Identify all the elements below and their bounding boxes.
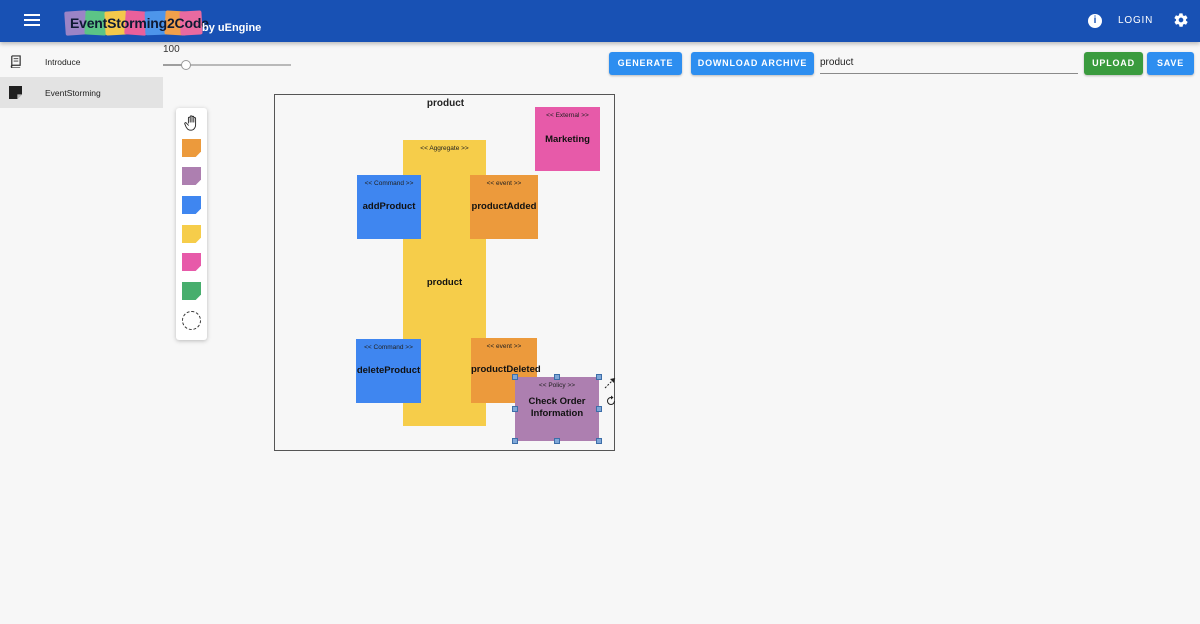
sidebar-item-eventstorming[interactable]: EventStorming: [0, 77, 163, 108]
sidebar-item-label: Introduce: [45, 57, 81, 67]
logo-text: EventStorming2Code: [70, 15, 209, 31]
resize-handle[interactable]: [596, 438, 602, 444]
sticker-stereotype: << Aggregate >>: [420, 145, 469, 152]
sticker-name-line-1: Check Order: [528, 396, 586, 407]
save-button[interactable]: SAVE: [1147, 52, 1194, 75]
event-sticker[interactable]: << event >> productAdded: [470, 175, 538, 239]
sticker-name: productAdded: [471, 201, 537, 212]
resize-handle[interactable]: [512, 406, 518, 412]
sidebar: Introduce EventStorming: [0, 46, 163, 624]
resize-handle[interactable]: [512, 374, 518, 380]
sticker-palette: [176, 108, 207, 340]
aggregate-sticker-tool[interactable]: [182, 225, 201, 243]
hand-tool-icon[interactable]: [183, 114, 201, 132]
sticker-stereotype: << event >>: [486, 180, 522, 187]
generate-button[interactable]: GENERATE: [609, 52, 682, 75]
zoom-value: 100: [163, 44, 180, 55]
command-sticker[interactable]: << Command >> deleteProduct: [356, 339, 421, 403]
sticker-stereotype: << event >>: [486, 343, 522, 350]
upload-button[interactable]: UPLOAD: [1084, 52, 1143, 75]
resize-handle[interactable]: [596, 374, 602, 380]
sticker-name: Marketing: [545, 134, 590, 145]
sticky-note-icon: [9, 86, 22, 99]
sidebar-item-introduce[interactable]: Introduce: [0, 46, 163, 77]
sticker-name-line-2: Information: [530, 408, 584, 419]
policy-sticker-tool[interactable]: [182, 167, 201, 185]
external-sticker[interactable]: << External >> Marketing: [535, 107, 600, 171]
external-sticker-tool[interactable]: [182, 253, 201, 271]
project-name-input[interactable]: [820, 52, 1078, 74]
rotate-icon[interactable]: [605, 395, 617, 407]
event-sticker-tool[interactable]: [182, 139, 201, 157]
sticker-name: deleteProduct: [356, 365, 421, 376]
policy-sticker[interactable]: << Policy >> Check Order Information: [515, 377, 599, 441]
connect-arrow-icon[interactable]: [603, 375, 618, 390]
zoom-slider-thumb[interactable]: [181, 60, 192, 70]
bounded-context[interactable]: product << Aggregate >> product << Exter…: [274, 94, 618, 451]
sticker-stereotype: << Command >>: [364, 180, 414, 187]
app-byline: by uEngine: [202, 22, 262, 34]
menu-icon[interactable]: [24, 14, 40, 26]
login-button[interactable]: LOGIN: [1118, 15, 1153, 26]
sticker-stereotype: << Policy >>: [538, 382, 576, 389]
info-icon[interactable]: i: [1088, 14, 1102, 28]
resize-handle[interactable]: [554, 374, 560, 380]
app-logo[interactable]: EventStorming2Code: [64, 10, 209, 36]
sticker-stereotype: << Command >>: [364, 344, 413, 351]
zoom-slider[interactable]: [163, 60, 291, 70]
sidebar-item-label: EventStorming: [45, 88, 101, 98]
resize-handle[interactable]: [596, 406, 602, 412]
resize-handle[interactable]: [512, 438, 518, 444]
sticker-name: productDeleted: [471, 364, 541, 375]
download-archive-button[interactable]: DOWNLOAD ARCHIVE: [691, 52, 814, 75]
command-sticker[interactable]: << Command >> addProduct: [357, 175, 421, 239]
command-sticker-tool[interactable]: [182, 196, 201, 214]
bounded-context-tool[interactable]: [182, 311, 201, 330]
book-icon: [10, 55, 21, 68]
sticker-name: product: [426, 277, 463, 288]
sticker-name: addProduct: [362, 201, 416, 212]
gear-icon[interactable]: [1173, 12, 1189, 28]
sticker-stereotype: << External >>: [546, 112, 589, 119]
resize-handle[interactable]: [554, 438, 560, 444]
view-sticker-tool[interactable]: [182, 282, 201, 300]
app-bar: EventStorming2Code by uEngine i LOGIN: [0, 0, 1200, 42]
